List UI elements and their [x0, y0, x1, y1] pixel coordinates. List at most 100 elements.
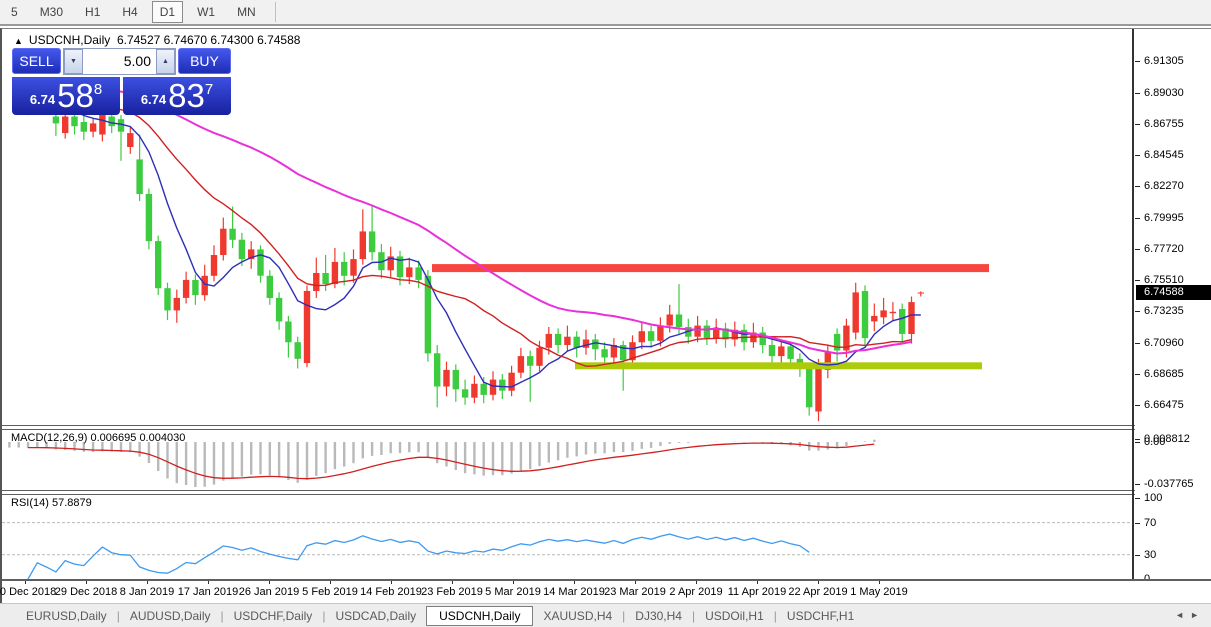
date-tick	[696, 581, 697, 584]
chart-tab-usdchf-h1[interactable]: USDCHF,H1	[777, 606, 864, 626]
date-tick	[879, 581, 880, 584]
axis-tick	[1135, 484, 1140, 485]
sell-button[interactable]: SELL	[12, 48, 61, 74]
date-tick	[574, 581, 575, 584]
trading-terminal: 5 M30 H1 H4 D1 W1 MN ▲ USDCNH,Daily 6.74527 6.7…	[0, 0, 1211, 627]
chart-tab-dj30-h4[interactable]: DJ30,H4	[625, 606, 692, 626]
date-axis-label: 5 Feb 2019	[302, 586, 358, 598]
date-axis-label: 14 Mar 2019	[543, 586, 605, 598]
buy-price-display[interactable]: 6.74 83 7	[123, 75, 231, 115]
date-axis-label: 1 May 2019	[850, 586, 907, 598]
price-axis[interactable]: 6.74588 6.913056.890306.867556.845456.82…	[1135, 29, 1211, 579]
volume-decrease-button[interactable]: ▼	[64, 49, 83, 74]
timeframe-button-w1[interactable]: W1	[189, 1, 223, 23]
sell-price-pip: 8	[94, 81, 102, 98]
date-axis-label: 8 Jan 2019	[120, 586, 174, 598]
axis-tick	[1135, 405, 1140, 406]
price-axis-label: 6.75510	[1144, 274, 1184, 286]
buy-price-main: 83	[168, 81, 205, 111]
axis-tick	[1135, 311, 1140, 312]
date-axis-label: 23 Feb 2019	[421, 586, 483, 598]
date-tick	[208, 581, 209, 584]
date-axis-label: 14 Feb 2019	[360, 586, 422, 598]
date-axis-label: 22 Apr 2019	[788, 586, 847, 598]
chart-tab-usdcnh-daily[interactable]: USDCNH,Daily	[426, 606, 533, 626]
date-tick	[452, 581, 453, 584]
collapse-triangle-icon[interactable]: ▲	[14, 36, 23, 46]
volume-input[interactable]: 5.00	[83, 49, 156, 74]
price-axis-label: 6.79995	[1144, 212, 1184, 224]
axis-tick	[1135, 442, 1140, 443]
date-axis[interactable]: 20 Dec 201829 Dec 20188 Jan 201917 Jan 2…	[2, 579, 1211, 604]
volume-increase-button[interactable]: ▲	[156, 49, 175, 74]
timeframe-button-h4[interactable]: H4	[114, 1, 145, 23]
axis-tick	[1135, 280, 1140, 281]
axis-tick	[1135, 218, 1140, 219]
timeframe-button-mn[interactable]: MN	[229, 1, 264, 23]
date-axis-label: 20 Dec 2018	[0, 586, 56, 598]
tab-scroll-left-icon: ◄	[1175, 610, 1190, 620]
rsi-axis-label: 70	[1144, 517, 1156, 529]
sell-price-display[interactable]: 6.74 58 8	[12, 75, 120, 115]
trade-controls-row: SELL ▼ 5.00 ▲ BUY	[12, 48, 231, 75]
tab-scroll-right-icon: ►	[1190, 610, 1205, 620]
date-axis-label: 2 Apr 2019	[669, 586, 722, 598]
axis-tick	[1135, 124, 1140, 125]
axis-tick	[1135, 343, 1140, 344]
date-tick	[86, 581, 87, 584]
buy-price-prefix: 6.74	[141, 92, 166, 107]
chart-window: ▲ USDCNH,Daily 6.74527 6.74670 6.74300 6.…	[0, 28, 1211, 603]
chart-tab-usdchf-daily[interactable]: USDCHF,Daily	[224, 606, 323, 626]
date-tick	[757, 581, 758, 584]
chart-tab-eurusd-daily[interactable]: EURUSD,Daily	[16, 606, 117, 626]
macd-axis-label: 0.00	[1144, 436, 1165, 448]
date-tick	[147, 581, 148, 584]
chart-tab-audusd-daily[interactable]: AUDUSD,Daily	[120, 606, 221, 626]
chart-header: ▲ USDCNH,Daily 6.74527 6.74670 6.74300 6.…	[14, 33, 300, 47]
axis-tick	[1135, 555, 1140, 556]
axis-tick	[1135, 155, 1140, 156]
price-axis-label: 6.89030	[1144, 87, 1184, 99]
current-price-badge: 6.74588	[1136, 285, 1211, 300]
axis-tick	[1135, 186, 1140, 187]
date-tick	[513, 581, 514, 584]
toolbar-separator	[275, 2, 276, 22]
date-axis-label: 11 Apr 2019	[728, 586, 787, 598]
date-tick	[269, 581, 270, 584]
date-axis-label: 17 Jan 2019	[178, 586, 239, 598]
date-tick	[818, 581, 819, 584]
axis-tick	[1135, 61, 1140, 62]
axis-tick	[1135, 374, 1140, 375]
macd-indicator-panel[interactable]: MACD(12,26,9) 0.006695 0.004030	[2, 430, 1132, 490]
price-axis-label: 6.82270	[1144, 180, 1184, 192]
sell-price-prefix: 6.74	[30, 92, 55, 107]
volume-spinner: ▼ 5.00 ▲	[63, 48, 176, 75]
chart-ohlc-values: 6.74527 6.74670 6.74300 6.74588	[117, 33, 301, 47]
chart-title: USDCNH,Daily	[29, 33, 110, 47]
sell-price-main: 58	[57, 81, 94, 111]
axis-tick	[1135, 523, 1140, 524]
timeframe-button-h1[interactable]: H1	[77, 1, 108, 23]
axis-tick	[1135, 249, 1140, 250]
chart-tab-bar: EURUSD,Daily|AUDUSD,Daily|USDCHF,Daily|U…	[0, 603, 1211, 627]
buy-price-pip: 7	[205, 81, 213, 98]
rsi-canvas[interactable]	[2, 495, 1132, 579]
price-axis-label: 6.86755	[1144, 118, 1184, 130]
price-axis-label: 6.84545	[1144, 149, 1184, 161]
timeframe-button-d1[interactable]: D1	[152, 1, 183, 23]
price-axis-label: 6.73235	[1144, 305, 1184, 317]
price-axis-label: 6.66475	[1144, 399, 1184, 411]
timeframe-toolbar: 5 M30 H1 H4 D1 W1 MN	[0, 0, 1211, 26]
chart-tab-usdoil-h1[interactable]: USDOil,H1	[695, 606, 774, 626]
buy-button[interactable]: BUY	[178, 48, 231, 74]
rsi-axis-label: 30	[1144, 549, 1156, 561]
price-axis-label: 6.77720	[1144, 243, 1184, 255]
timeframe-button-m30[interactable]: M30	[32, 1, 71, 23]
rsi-indicator-panel[interactable]: RSI(14) 57.8879	[2, 495, 1132, 579]
chart-tab-usdcad-daily[interactable]: USDCAD,Daily	[325, 606, 426, 626]
axis-tick	[1135, 439, 1140, 440]
tab-scroll-arrows[interactable]: ◄►	[1175, 610, 1205, 620]
timeframe-button-5[interactable]: 5	[3, 1, 26, 23]
rsi-axis-label: 100	[1144, 492, 1162, 504]
chart-tab-xauusd-h4[interactable]: XAUUSD,H4	[533, 606, 622, 626]
